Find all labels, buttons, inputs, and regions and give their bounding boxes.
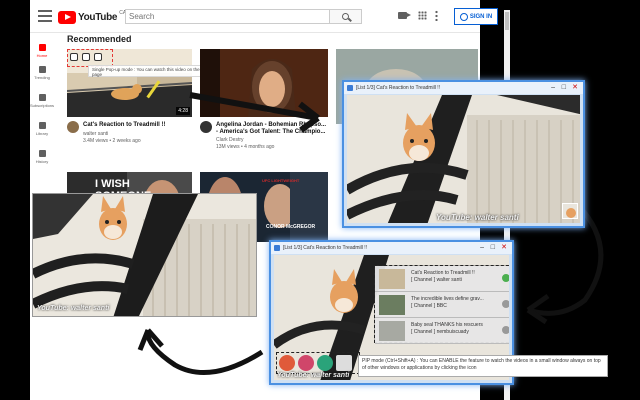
playlist-item-title: Baby seal THANKS his rescuers	[411, 322, 483, 328]
app-icon	[347, 85, 353, 91]
playlist-thumbnail	[379, 321, 405, 341]
playlist-item-title: Cat's Reaction to Treadmill !!	[411, 270, 475, 276]
playlist-item-title: The incredible lives define grav...	[411, 296, 484, 302]
close-button[interactable]: ✕	[572, 84, 578, 91]
playlist-item-channel: [ Channel ] BBC	[411, 303, 447, 309]
close-button[interactable]: ✕	[501, 244, 507, 251]
minimize-button[interactable]: –	[551, 84, 555, 91]
app-icon	[274, 245, 280, 251]
controls-highlight	[276, 352, 360, 374]
pip-mode-tooltip: PIP mode (Ctrl+Shift+A) : You can ENABLE…	[358, 355, 608, 377]
maximize-button[interactable]: □	[491, 244, 495, 251]
mini-cat-thumb	[563, 204, 577, 218]
playlist-item[interactable]: The incredible lives define grav...[ Cha…	[375, 292, 509, 318]
video-watermark: YouTube: walter santi	[37, 305, 110, 312]
playlist-item-text: Baby seal THANKS his rescuers[ Channel ]…	[411, 322, 483, 336]
playlist-item[interactable]: Baby seal THANKS his rescuers[ Channel ]…	[375, 318, 509, 344]
playlist-thumbnail	[379, 295, 405, 315]
playlist-item-text: The incredible lives define grav...[ Cha…	[411, 296, 484, 310]
queue-icon[interactable]	[502, 326, 509, 334]
playlist-item-channel: [ Channel ] nembuiscuady	[411, 329, 469, 335]
playlist-title: [List 1/3] Cat's Reaction to Treadmill !…	[283, 245, 368, 251]
cat-video-frame-large	[33, 194, 256, 316]
playlist-item-text: Cat's Reaction to Treadmill !![ Channel …	[411, 270, 475, 284]
playlist-titlebar[interactable]: [List 1/3] Cat's Reaction to Treadmill !…	[271, 242, 512, 254]
large-video-view[interactable]: YouTube: walter santi	[32, 193, 257, 317]
queue-icon[interactable]	[502, 300, 509, 308]
playlist-item[interactable]: Cat's Reaction to Treadmill !![ Channel …	[375, 266, 509, 292]
playlist-panel: Cat's Reaction to Treadmill !![ Channel …	[374, 265, 509, 344]
popup-video[interactable]	[347, 95, 580, 223]
maximize-button[interactable]: □	[562, 84, 566, 91]
minimize-button[interactable]: –	[480, 244, 484, 251]
popup-titlebar[interactable]: [List 1/3] Cat's Reaction to Treadmill !…	[344, 82, 583, 94]
playing-check-icon	[502, 274, 509, 282]
playlist-item-channel: [ Channel ] walter santi	[411, 277, 462, 283]
popup-window[interactable]: [List 1/3] Cat's Reaction to Treadmill !…	[342, 80, 585, 228]
video-watermark: YouTube: walter santi	[277, 372, 350, 379]
screenshot-stage: YouTube CA SIGN IN Home Trending Subscri…	[0, 0, 640, 400]
cat-video-frame	[347, 95, 580, 223]
playlist-thumbnail	[379, 269, 405, 289]
pip-thumbnail-icon[interactable]	[562, 203, 578, 219]
popup-title: [List 1/3] Cat's Reaction to Treadmill !…	[356, 85, 441, 91]
video-watermark: YouTube: walter santi	[436, 213, 519, 222]
